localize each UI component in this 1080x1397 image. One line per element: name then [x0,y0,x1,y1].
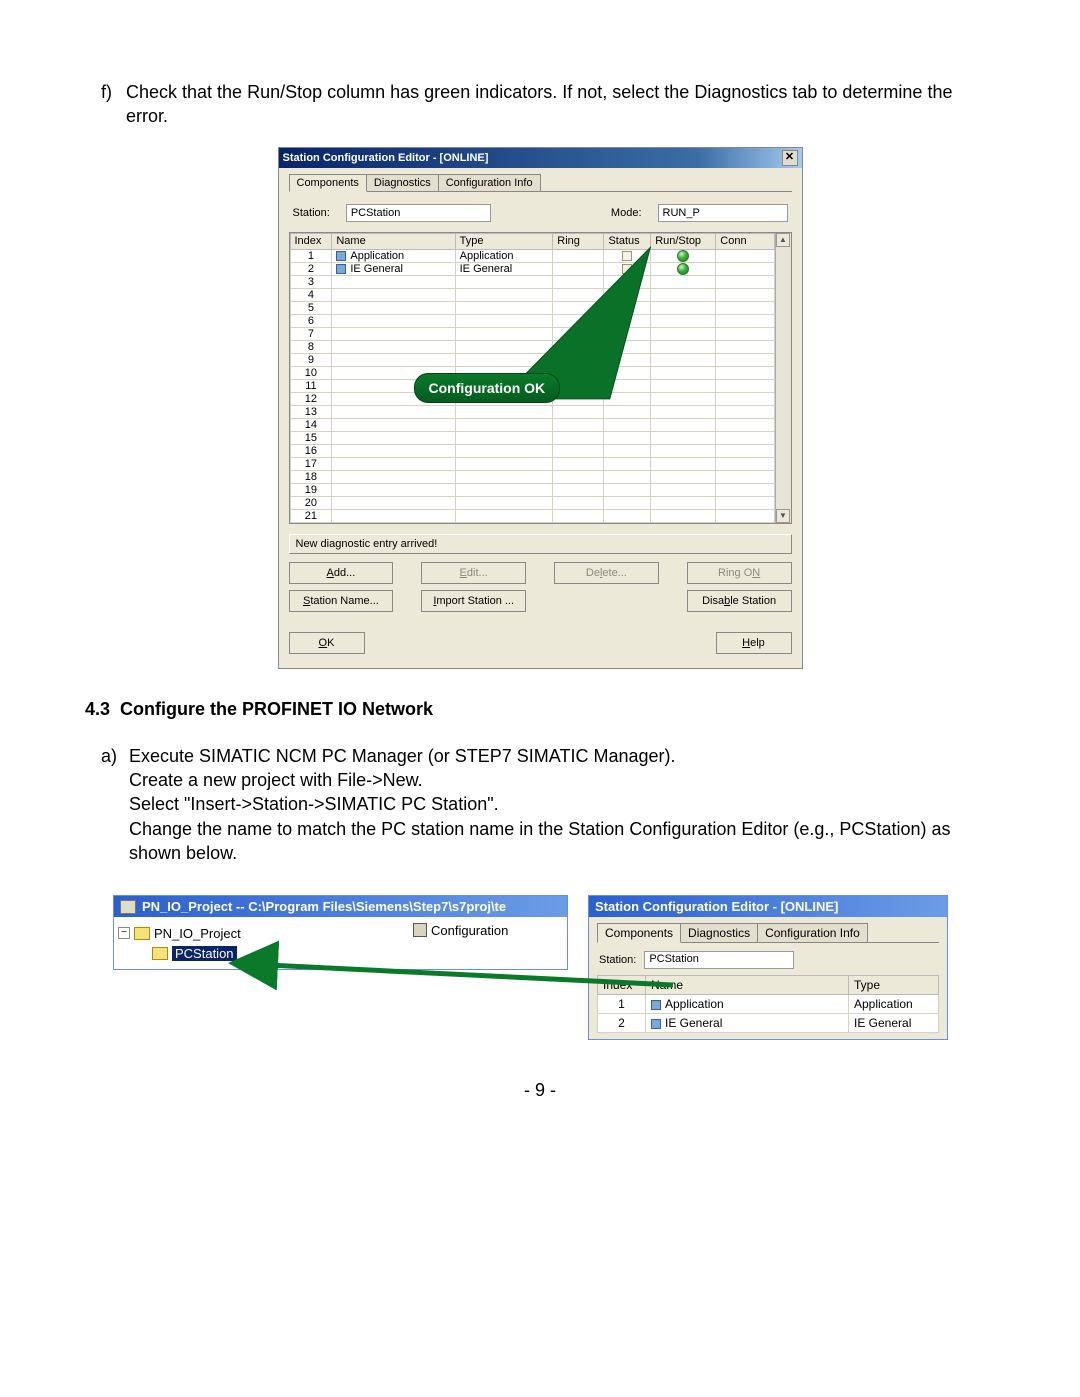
module-icon [651,1000,661,1010]
module-icon [336,251,346,261]
col-conn[interactable]: Conn [716,233,774,249]
table-row[interactable]: 2IE GeneralIE General [598,1014,939,1033]
section-title: Configure the PROFINET IO Network [120,699,433,719]
delete-button[interactable]: Delete... [554,562,659,584]
table-row[interactable]: 20 [290,496,774,509]
table-row[interactable]: 21 [290,509,774,522]
tree-collapse-icon[interactable]: − [118,927,130,939]
table-row[interactable]: 4 [290,288,774,301]
table-row[interactable]: 1ApplicationApplication [290,249,774,262]
mode-value: RUN_P [658,204,788,222]
status-icon [622,251,632,261]
station-config-dialog-small: Station Configuration Editor - [ONLINE] … [588,895,948,1040]
pc-station-icon [152,947,168,960]
table-row[interactable]: 15 [290,431,774,444]
table-row[interactable]: 16 [290,444,774,457]
tab-components[interactable]: Components [289,174,367,192]
col-status[interactable]: Status [604,233,651,249]
scroll-down-icon[interactable]: ▼ [776,509,790,523]
tab2-config-info[interactable]: Configuration Info [757,923,868,942]
status-line: New diagnostic entry arrived! [289,534,792,554]
table-row[interactable]: 9 [290,353,774,366]
tab2-components[interactable]: Components [597,923,681,943]
col2-name[interactable]: Name [646,976,849,995]
configuration-item[interactable]: Configuration [431,923,508,938]
col-type[interactable]: Type [455,233,553,249]
table-row[interactable]: 8 [290,340,774,353]
step-a-text: Execute SIMATIC NCM PC Manager (or STEP7… [129,744,995,865]
tab-config-info[interactable]: Configuration Info [438,174,541,191]
dialog-title: Station Configuration Editor - [ONLINE] [283,152,782,164]
status-icon [622,264,632,274]
module-icon [336,264,346,274]
table-row[interactable]: 14 [290,418,774,431]
table-row[interactable]: 7 [290,327,774,340]
tree-selected-item[interactable]: PCStation [172,946,237,961]
project-window: PN_IO_Project -- C:\Program Files\Siemen… [113,895,568,970]
dialog2-title: Station Configuration Editor - [ONLINE] [589,896,947,917]
col-ring[interactable]: Ring [553,233,604,249]
configuration-icon [413,923,427,937]
help-button[interactable]: Help [716,632,792,654]
scroll-up-icon[interactable]: ▲ [776,233,790,247]
green-indicator-icon [677,263,689,275]
station-label-2: Station: [599,954,636,966]
table-row[interactable]: 3 [290,275,774,288]
list-letter-a: a) [101,744,117,865]
col2-index[interactable]: Index [598,976,646,995]
list-letter-f: f) [101,80,112,129]
project-window-title: PN_IO_Project -- C:\Program Files\Siemen… [142,899,506,914]
table-row[interactable]: 5 [290,301,774,314]
close-icon[interactable]: ✕ [782,150,798,166]
add-button[interactable]: Add... [289,562,394,584]
col-name[interactable]: Name [332,233,455,249]
ring-on-button[interactable]: Ring ON [687,562,792,584]
station-config-dialog: Station Configuration Editor - [ONLINE] … [278,147,803,669]
green-indicator-icon [677,250,689,262]
table-row[interactable]: 2IE GeneralIE General [290,262,774,275]
table-row[interactable]: 17 [290,457,774,470]
table-row[interactable]: 6 [290,314,774,327]
window-icon [120,900,136,914]
components-table: Index Name Type Ring Status Run/Stop Con… [289,232,792,524]
table-row[interactable]: 13 [290,405,774,418]
station-value: PCStation [346,204,491,222]
callout-config-ok: Configuration OK [414,373,561,403]
section-number: 4.3 [85,699,110,719]
table-row[interactable]: 19 [290,483,774,496]
col-index[interactable]: Index [290,233,332,249]
mode-label: Mode: [611,207,642,219]
ok-button[interactable]: OK [289,632,365,654]
tab2-diagnostics[interactable]: Diagnostics [680,923,758,942]
col2-type[interactable]: Type [849,976,939,995]
module-icon [651,1019,661,1029]
components-table-small: Index Name Type 1ApplicationApplication2… [597,975,939,1033]
step-f-text: Check that the Run/Stop column has green… [126,80,995,129]
table-scrollbar[interactable]: ▲ ▼ [775,233,791,523]
page-number: - 9 - [85,1080,995,1101]
project-tree[interactable]: − PN_IO_Project PCStation [114,917,409,969]
disable-station-button[interactable]: Disable Station [687,590,792,612]
edit-button[interactable]: Edit... [421,562,526,584]
station-name-button[interactable]: Station Name... [289,590,394,612]
tree-root-label[interactable]: PN_IO_Project [154,926,241,941]
col-runstop[interactable]: Run/Stop [651,233,716,249]
station-value-2: PCStation [644,951,794,969]
import-station-button[interactable]: Import Station ... [421,590,526,612]
station-label: Station: [293,207,330,219]
table-row[interactable]: 18 [290,470,774,483]
table-row[interactable]: 1ApplicationApplication [598,995,939,1014]
folder-icon [134,927,150,940]
tab-diagnostics[interactable]: Diagnostics [366,174,439,191]
